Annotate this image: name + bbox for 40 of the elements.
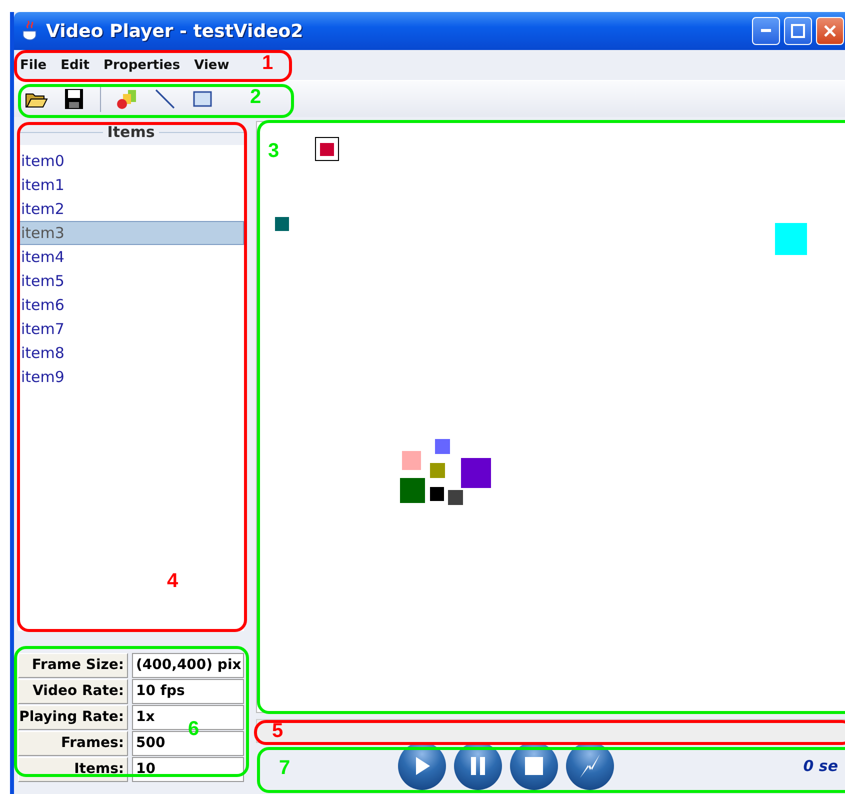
list-item[interactable]: item5 xyxy=(18,269,244,293)
pause-icon xyxy=(468,755,488,777)
menu-item[interactable]: Edit xyxy=(60,58,90,72)
annotation-number: 7 xyxy=(279,757,290,780)
list-item[interactable]: item2 xyxy=(18,197,244,221)
annotation-number: 1 xyxy=(262,52,274,75)
close-icon xyxy=(823,24,837,38)
info-label: Frames: xyxy=(18,731,128,756)
info-label: Video Rate: xyxy=(18,679,128,704)
maximize-button[interactable] xyxy=(784,17,812,45)
info-label: Playing Rate: xyxy=(18,705,128,730)
info-value: 10 fps xyxy=(132,679,244,704)
list-item[interactable]: item6 xyxy=(18,293,244,317)
minimize-button[interactable] xyxy=(752,17,780,45)
close-button[interactable] xyxy=(816,17,844,45)
stop-icon xyxy=(524,756,544,776)
maximize-icon xyxy=(791,24,805,38)
minimize-icon xyxy=(761,29,771,33)
annotation-number: 3 xyxy=(268,140,280,163)
time-readout: 0 se xyxy=(803,757,838,775)
menu-item[interactable]: Properties xyxy=(103,58,180,72)
window-title: Video Player - testVideo2 xyxy=(46,20,304,42)
list-item[interactable]: item3 xyxy=(18,221,244,245)
lightning-icon xyxy=(578,753,602,779)
list-item[interactable]: item9 xyxy=(18,365,244,389)
panel-title: Items xyxy=(107,123,155,141)
annotation-number: 4 xyxy=(167,570,178,593)
list-item[interactable]: item0 xyxy=(18,149,244,173)
info-value: (400,400) pix xyxy=(132,653,244,678)
annotation-number: 2 xyxy=(250,86,262,109)
list-item[interactable]: item7 xyxy=(18,317,244,341)
selected-square[interactable] xyxy=(315,137,339,161)
info-label: Frame Size: xyxy=(18,653,128,678)
line-tool-icon[interactable] xyxy=(153,88,177,110)
list-item[interactable]: item1 xyxy=(18,173,244,197)
list-item[interactable]: item4 xyxy=(18,245,244,269)
menu-item[interactable]: View xyxy=(194,58,230,72)
menu-item[interactable]: File xyxy=(20,58,47,72)
list-item[interactable]: item8 xyxy=(18,341,244,365)
colored-blocks-icon[interactable] xyxy=(115,88,139,110)
